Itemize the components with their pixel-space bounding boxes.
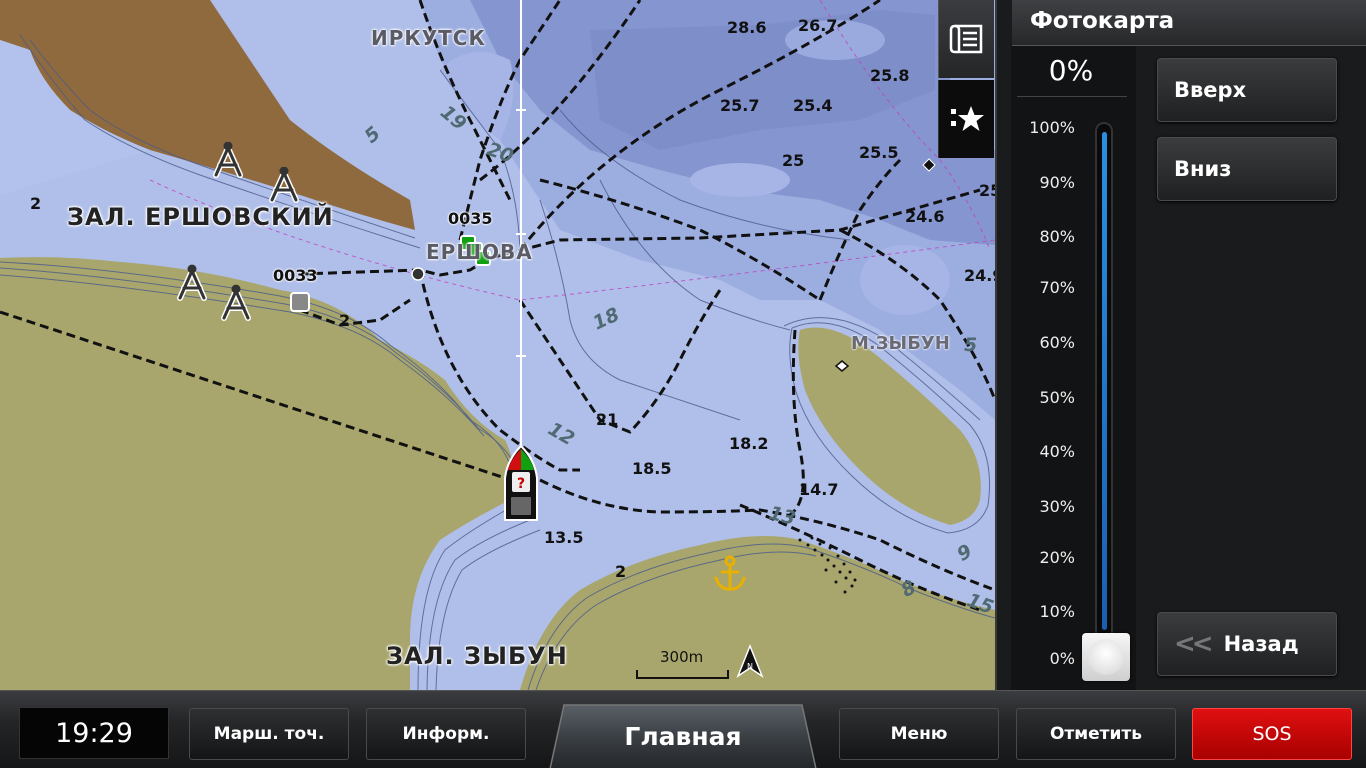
nautical-chart[interactable]: N ? ИРКУТСК ЕРШОВА ЗАЛ. ЕРШОВСКИЙ ЗАЛ. З… (0, 0, 995, 690)
panel-title: Фотокарта (1030, 8, 1175, 34)
bay-label-ershovsky[interactable]: ЗАЛ. ЕРШОВСКИЙ (67, 203, 334, 231)
tab-favorites[interactable] (938, 80, 994, 158)
menu-button[interactable]: Меню (839, 708, 999, 760)
favorites-icon (950, 106, 984, 131)
svg-text:N: N (747, 662, 753, 671)
home-button-label: Главная (624, 721, 742, 751)
waypoint-label[interactable]: 0035 (448, 209, 493, 228)
cape-label-zybun[interactable]: М.ЗЫБУН (851, 333, 950, 354)
layers-icon (949, 24, 982, 54)
depth-sounding: 25.4 (793, 96, 833, 115)
slider-tick-label: 90% (1039, 173, 1075, 192)
back-button-label: Назад (1223, 632, 1299, 656)
depth-sounding: 26.7 (798, 16, 838, 35)
slider-tick-label: 20% (1039, 548, 1075, 567)
bottom-bar: 19:29 Марш. точ. Информ. Главная Меню От… (0, 690, 1366, 768)
photo-chart-panel: Фотокарта 0% 100% 90% 80% 70% 60% 50% 40… (995, 0, 1366, 690)
down-button[interactable]: Вниз (1157, 137, 1337, 201)
info-button[interactable]: Информ. (366, 708, 526, 760)
depth-sounding: 2 (615, 562, 627, 581)
percent-readout: 0% (1048, 54, 1094, 87)
up-button[interactable]: Вверх (1157, 58, 1337, 122)
chart-canvas: N ? (0, 0, 995, 690)
town-label-ershova[interactable]: ЕРШОВА (426, 240, 533, 264)
depth-sounding: 25.5 (859, 143, 899, 162)
chartplotter-screen: N ? ИРКУТСК ЕРШОВА ЗАЛ. ЕРШОВСКИЙ ЗАЛ. З… (0, 0, 1366, 768)
depth-sounding: 25.8 (870, 66, 910, 85)
depth-sounding: 24.6 (905, 207, 945, 226)
mark-button[interactable]: Отметить (1016, 708, 1176, 760)
back-button[interactable]: << Назад (1157, 612, 1337, 676)
depth-sounding: 25 (782, 151, 805, 170)
panel-header: Фотокарта (1012, 0, 1366, 46)
slider-tick-label: 100% (1029, 118, 1075, 137)
sos-button[interactable]: SOS (1192, 708, 1352, 760)
depth-sounding: 13.5 (544, 528, 584, 547)
waypoints-button[interactable]: Марш. точ. (189, 708, 349, 760)
side-tabs (938, 0, 994, 160)
marker-dot[interactable] (411, 267, 425, 281)
depth-sounding: 28.6 (727, 18, 767, 37)
slider-tick-label: 30% (1039, 497, 1075, 516)
depth-sounding: 21 (596, 410, 619, 429)
svg-text:?: ? (517, 476, 525, 492)
slider-tick-label: 80% (1039, 227, 1075, 246)
depth-sounding: 25 (979, 181, 995, 200)
scale-label: 300m (660, 648, 704, 666)
slider-track[interactable] (1095, 122, 1113, 640)
depth-sounding: 2 (339, 311, 351, 330)
clock: 19:29 (19, 707, 169, 759)
home-button[interactable]: Главная (548, 703, 818, 768)
slider-tick-label: 60% (1039, 333, 1075, 352)
depth-sounding: 14.7 (799, 480, 839, 499)
depth-sounding: 24.9 (964, 266, 995, 285)
depth-sounding: 18.2 (729, 434, 769, 453)
slider-thumb[interactable] (1082, 633, 1130, 681)
slider-tick-label: 70% (1039, 278, 1075, 297)
depth-sounding: 25.7 (720, 96, 760, 115)
slider-tick-label: 0% (1049, 649, 1075, 668)
depth-sounding: 18.5 (632, 459, 672, 478)
chevron-left-icon: << (1174, 629, 1214, 659)
waypoint-icon[interactable] (290, 292, 310, 312)
tab-layers[interactable] (938, 0, 994, 78)
slider-tick-label: 50% (1039, 388, 1075, 407)
transparency-slider-area: 0% 100% 90% 80% 70% 60% 50% 40% 30% 20% … (1011, 46, 1136, 690)
town-label-irkutsk[interactable]: ИРКУТСК (371, 26, 486, 50)
slider-fill (1102, 132, 1107, 630)
divider (1017, 96, 1127, 97)
slider-tick-label: 10% (1039, 602, 1075, 621)
depth-sounding: 2 (30, 194, 42, 213)
contour-label: 5 (964, 334, 978, 356)
waypoint-label[interactable]: 0033 (273, 266, 318, 285)
slider-tick-label: 40% (1039, 442, 1075, 461)
bay-label-zybun[interactable]: ЗАЛ. ЗЫБУН (386, 642, 568, 670)
